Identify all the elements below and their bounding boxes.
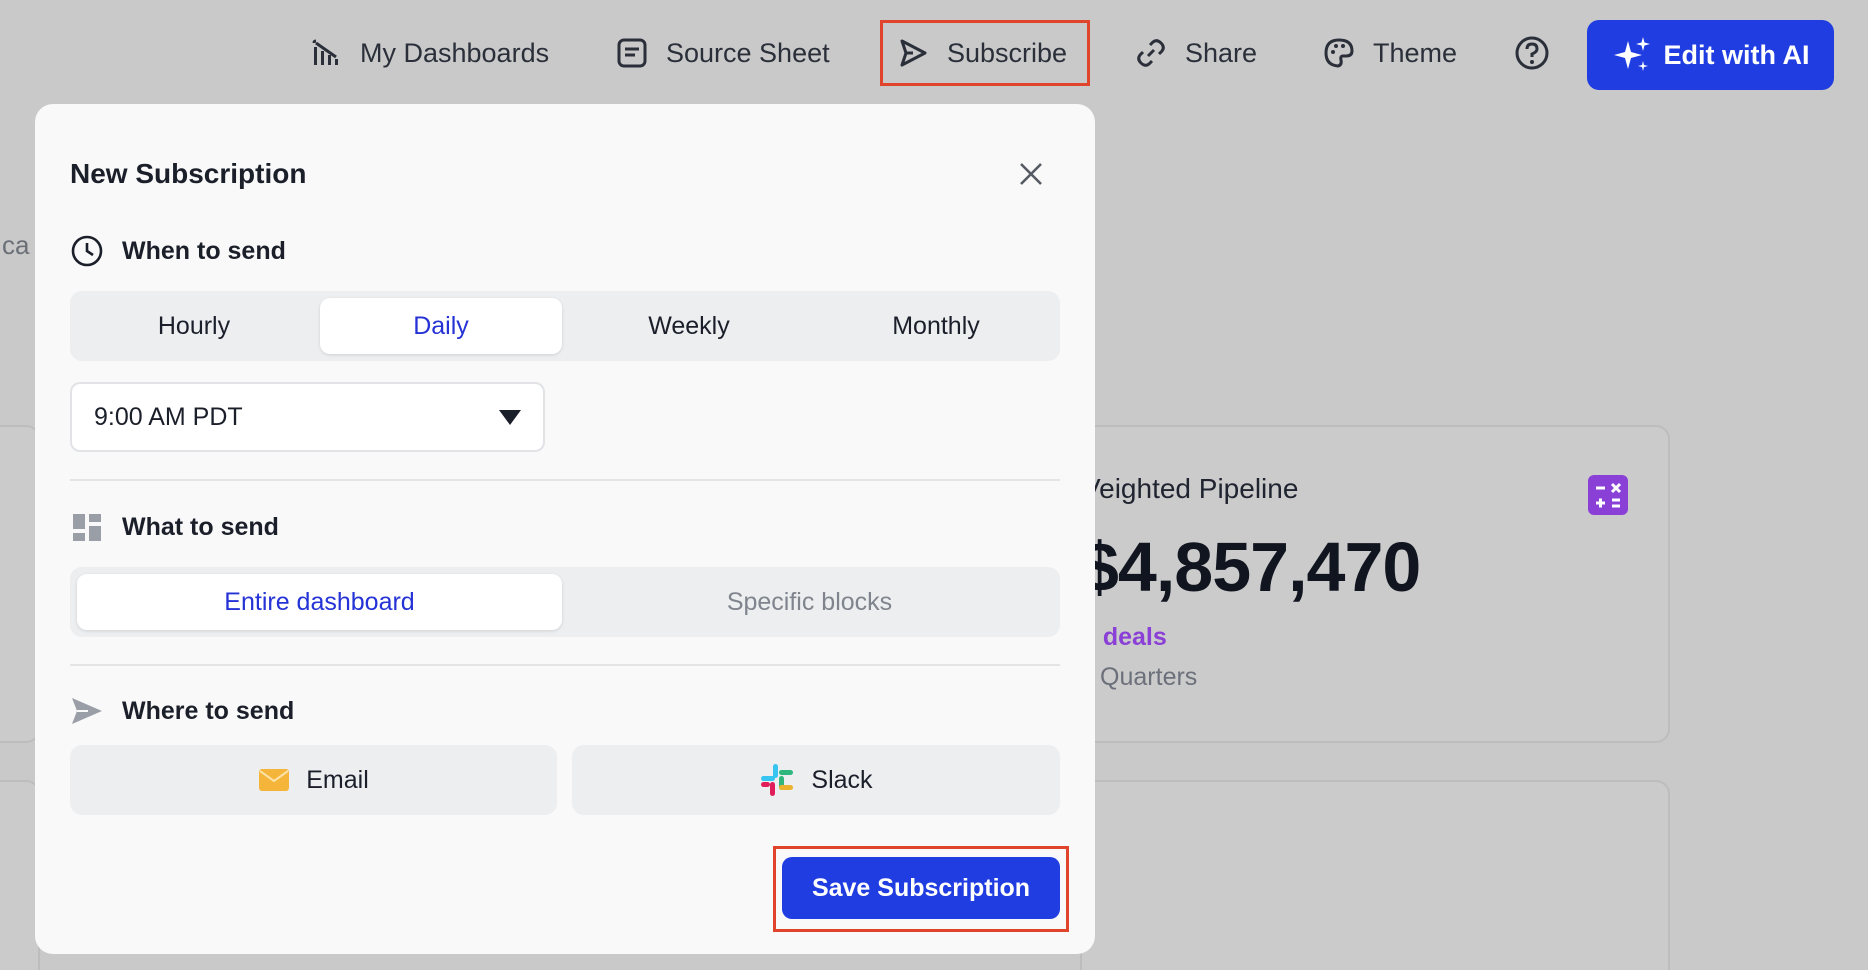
source-sheet-link[interactable]: Source Sheet	[616, 20, 830, 86]
where-to-send-heading: Where to send	[70, 694, 294, 728]
content-selector: Entire dashboard Specific blocks	[70, 567, 1060, 637]
frequency-hourly[interactable]: Hourly	[70, 291, 318, 361]
subscribe-button[interactable]: Subscribe	[880, 20, 1090, 86]
time-select-value: 9:00 AM PDT	[94, 402, 243, 431]
section-divider	[70, 664, 1060, 666]
frequency-selector: Hourly Daily Weekly Monthly	[70, 291, 1060, 361]
where-to-send-label: Where to send	[122, 696, 295, 725]
close-button[interactable]	[1015, 158, 1047, 190]
background-card-left	[0, 425, 40, 743]
section-divider	[70, 479, 1060, 481]
edit-with-ai-label: Edit with AI	[1663, 39, 1810, 70]
close-icon	[1020, 163, 1042, 185]
slack-label: Slack	[811, 765, 873, 794]
paper-plane-icon	[72, 698, 102, 724]
email-channel-button[interactable]: Email	[70, 745, 557, 815]
background-card-left-lower	[0, 780, 40, 970]
edit-with-ai-button[interactable]: Edit with AI	[1587, 20, 1834, 90]
top-navigation: My Dashboards Source Sheet Subscribe Sha…	[0, 0, 1868, 110]
entire-dashboard-option[interactable]: Entire dashboard	[77, 574, 562, 630]
palette-icon	[1324, 38, 1354, 68]
send-icon	[900, 39, 927, 67]
sheet-icon	[617, 38, 647, 68]
theme-button[interactable]: Theme	[1323, 20, 1457, 86]
help-button[interactable]	[1514, 20, 1550, 86]
email-label: Email	[306, 765, 369, 794]
subscribe-label: Subscribe	[947, 37, 1068, 68]
frequency-daily[interactable]: Daily	[320, 298, 562, 354]
weighted-pipeline-card: Veighted Pipeline $4,857,470 7 deals ll …	[1080, 425, 1670, 743]
page: My Dashboards Source Sheet Subscribe Sha…	[0, 0, 1868, 970]
source-sheet-label: Source Sheet	[666, 37, 830, 68]
when-to-send-heading: When to send	[70, 234, 286, 268]
background-card-lower	[1080, 780, 1670, 970]
what-to-send-heading: What to send	[70, 510, 279, 544]
background-text-fragment: ca	[2, 230, 30, 260]
when-to-send-label: When to send	[122, 236, 286, 265]
my-dashboards-link[interactable]: My Dashboards	[310, 20, 549, 86]
sparkles-icon	[1613, 37, 1650, 71]
specific-blocks-option[interactable]: Specific blocks	[567, 574, 1052, 630]
slack-channel-button[interactable]: Slack	[572, 745, 1060, 815]
save-subscription-highlight: Save Subscription	[773, 846, 1069, 932]
card-title: Veighted Pipeline	[1082, 473, 1299, 504]
save-subscription-button[interactable]: Save Subscription	[782, 857, 1060, 919]
frequency-monthly[interactable]: Monthly	[812, 291, 1060, 361]
what-to-send-label: What to send	[122, 512, 279, 541]
dashboards-icon	[312, 39, 338, 65]
clock-icon	[71, 235, 103, 267]
link-icon	[1137, 39, 1165, 67]
email-icon	[259, 769, 290, 791]
modal-title: New Subscription	[70, 158, 307, 189]
share-button[interactable]: Share	[1135, 20, 1257, 86]
card-value: $4,857,470	[1080, 528, 1421, 606]
time-select[interactable]: 9:00 AM PDT	[70, 382, 545, 452]
new-subscription-modal: New Subscription When to send Hourly Dai…	[35, 104, 1095, 954]
my-dashboards-label: My Dashboards	[360, 37, 550, 68]
frequency-weekly[interactable]: Weekly	[565, 291, 813, 361]
theme-label: Theme	[1373, 37, 1458, 68]
calculator-icon	[1588, 475, 1628, 515]
help-icon	[1515, 36, 1549, 70]
slack-icon	[761, 764, 794, 796]
card-subtitle: ll Quarters	[1082, 663, 1198, 691]
share-label: Share	[1185, 37, 1258, 68]
layout-icon	[73, 514, 101, 541]
caret-down-icon	[499, 410, 521, 425]
